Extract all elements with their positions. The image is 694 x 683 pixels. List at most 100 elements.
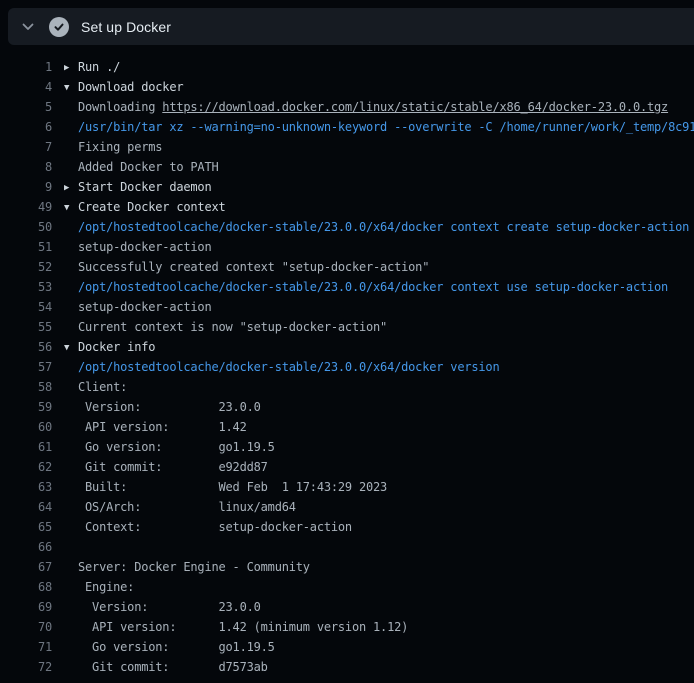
log-row: 53/opt/hostedtoolcache/docker-stable/23.… [0, 277, 694, 297]
log-text-segment: Current context is now "setup-docker-act… [78, 320, 387, 334]
log-text-segment: /opt/hostedtoolcache/docker-stable/23.0.… [78, 360, 499, 374]
log-group-row[interactable]: 49▼Create Docker context [0, 197, 694, 217]
log-text-segment: API version: 1.42 [78, 420, 247, 434]
line-number[interactable]: 55 [0, 320, 52, 334]
line-number[interactable]: 50 [0, 220, 52, 234]
line-number[interactable]: 61 [0, 440, 52, 454]
log-text-segment: Download docker [78, 80, 183, 94]
log-text-segment: Downloading [78, 100, 162, 114]
check-circle-icon [49, 17, 69, 37]
line-number[interactable]: 52 [0, 260, 52, 274]
line-text: ▼Docker info [52, 340, 155, 354]
line-number[interactable]: 63 [0, 480, 52, 494]
line-number[interactable]: 57 [0, 360, 52, 374]
line-text: Successfully created context "setup-dock… [52, 260, 429, 274]
line-number[interactable]: 49 [0, 200, 52, 214]
log-text-segment: Client: [78, 380, 127, 394]
log-text-segment: /opt/hostedtoolcache/docker-stable/23.0.… [78, 220, 689, 234]
line-text: Fixing perms [52, 140, 162, 154]
log-row: 67 Server: Docker Engine - Community [0, 557, 694, 577]
log-row: 50/opt/hostedtoolcache/docker-stable/23.… [0, 217, 694, 237]
line-number[interactable]: 56 [0, 340, 52, 354]
line-number[interactable]: 58 [0, 380, 52, 394]
log-row: 65 Context: setup-docker-action [0, 517, 694, 537]
line-text: ▶Run ./ [52, 60, 120, 74]
log-row: 8 Added Docker to PATH [0, 157, 694, 177]
log-text-segment: Git commit: d7573ab [78, 660, 268, 674]
line-text: /opt/hostedtoolcache/docker-stable/23.0.… [52, 280, 668, 294]
log-text-segment: Version: 23.0.0 [78, 400, 261, 414]
log-text-segment: /usr/bin/tar xz --warning=no-unknown-key… [78, 120, 694, 134]
line-number[interactable]: 70 [0, 620, 52, 634]
line-number[interactable]: 71 [0, 640, 52, 654]
log-row: 72 Git commit: d7573ab [0, 657, 694, 677]
log-text-segment: Fixing perms [78, 140, 162, 154]
line-number[interactable]: 67 [0, 560, 52, 574]
collapse-arrow-icon[interactable]: ▼ [64, 83, 78, 93]
step-title: Set up Docker [81, 19, 171, 35]
log-row: 5 Downloading https://download.docker.com… [0, 97, 694, 117]
line-text: Server: Docker Engine - Community [52, 560, 310, 574]
line-number[interactable]: 8 [0, 160, 52, 174]
line-text: ▼Download docker [52, 80, 183, 94]
line-number[interactable]: 68 [0, 580, 52, 594]
log-text-segment: /opt/hostedtoolcache/docker-stable/23.0.… [78, 280, 668, 294]
line-number[interactable]: 54 [0, 300, 52, 314]
line-text: ▶Start Docker daemon [52, 180, 211, 194]
log-text-segment: Run ./ [78, 60, 120, 74]
line-number[interactable]: 64 [0, 500, 52, 514]
log-text-segment: Server: Docker Engine - Community [78, 560, 310, 574]
log-row: 6/usr/bin/tar xz --warning=no-unknown-ke… [0, 117, 694, 137]
line-text: Context: setup-docker-action [52, 520, 352, 534]
log-group-row[interactable]: 56▼Docker info [0, 337, 694, 357]
log-text-segment: Version: 23.0.0 [78, 600, 261, 614]
line-number[interactable]: 59 [0, 400, 52, 414]
line-text: API version: 1.42 [52, 420, 247, 434]
collapse-arrow-icon[interactable]: ▼ [64, 203, 78, 213]
line-text: Git commit: e92dd87 [52, 460, 268, 474]
log-text-segment: Go version: go1.19.5 [78, 640, 275, 654]
log-row: 57/opt/hostedtoolcache/docker-stable/23.… [0, 357, 694, 377]
log-row: 59 Version: 23.0.0 [0, 397, 694, 417]
line-number[interactable]: 5 [0, 100, 52, 114]
line-number[interactable]: 9 [0, 180, 52, 194]
log-group-row[interactable]: 9▶Start Docker daemon [0, 177, 694, 197]
line-number[interactable]: 51 [0, 240, 52, 254]
line-number[interactable]: 7 [0, 140, 52, 154]
log-text-segment: Git commit: e92dd87 [78, 460, 268, 474]
log-text-segment: Added Docker to PATH [78, 160, 219, 174]
chevron-down-icon[interactable] [20, 19, 36, 35]
line-number[interactable]: 66 [0, 540, 52, 554]
log-text-segment: API version: 1.42 (minimum version 1.12) [78, 620, 408, 634]
log-row: 7 Fixing perms [0, 137, 694, 157]
line-number[interactable]: 53 [0, 280, 52, 294]
log-row: 61 Go version: go1.19.5 [0, 437, 694, 457]
log-url-link[interactable]: https://download.docker.com/linux/static… [162, 100, 668, 114]
log-group-row[interactable]: 1▶Run ./ [0, 57, 694, 77]
log-row: 66 [0, 537, 694, 557]
log-row: 62 Git commit: e92dd87 [0, 457, 694, 477]
step-header[interactable]: Set up Docker [8, 8, 694, 45]
line-text: setup-docker-action [52, 240, 211, 254]
line-text: /opt/hostedtoolcache/docker-stable/23.0.… [52, 220, 689, 234]
line-number[interactable]: 69 [0, 600, 52, 614]
line-text: Version: 23.0.0 [52, 400, 261, 414]
line-number[interactable]: 72 [0, 660, 52, 674]
line-number[interactable]: 65 [0, 520, 52, 534]
line-number[interactable]: 60 [0, 420, 52, 434]
line-number[interactable]: 1 [0, 60, 52, 74]
line-number[interactable]: 4 [0, 80, 52, 94]
collapse-arrow-icon[interactable]: ▼ [64, 343, 78, 353]
line-text: /usr/bin/tar xz --warning=no-unknown-key… [52, 120, 694, 134]
line-number[interactable]: 6 [0, 120, 52, 134]
expand-arrow-icon[interactable]: ▶ [64, 63, 78, 73]
line-text: Version: 23.0.0 [52, 600, 261, 614]
line-text: Go version: go1.19.5 [52, 440, 275, 454]
log-row: 55 Current context is now "setup-docker-a… [0, 317, 694, 337]
line-text: Engine: [52, 580, 134, 594]
log-row: 64 OS/Arch: linux/amd64 [0, 497, 694, 517]
log-group-row[interactable]: 4▼Download docker [0, 77, 694, 97]
line-number[interactable]: 62 [0, 460, 52, 474]
expand-arrow-icon[interactable]: ▶ [64, 183, 78, 193]
line-text: setup-docker-action [52, 300, 211, 314]
